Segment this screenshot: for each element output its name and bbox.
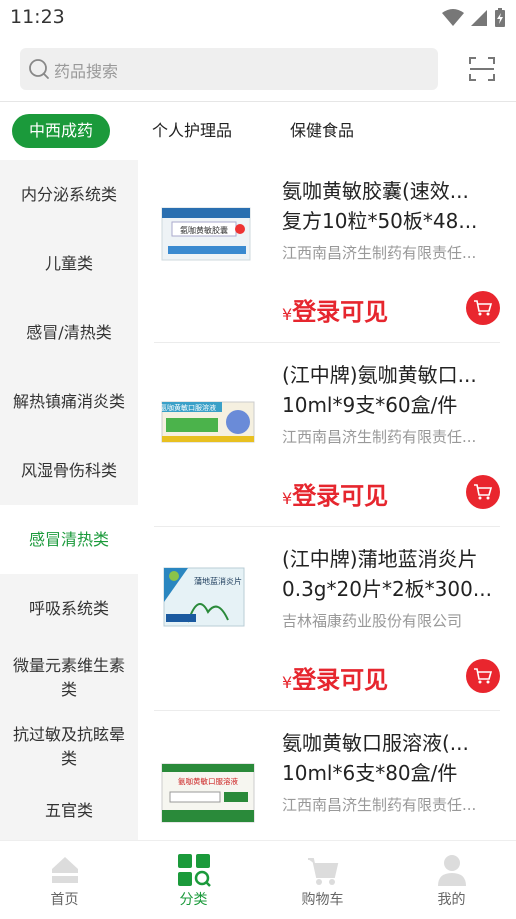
package-text: 蒲地蓝消炎片 <box>194 576 242 586</box>
tab-health-food[interactable]: 保健食品 <box>278 114 366 148</box>
home-icon <box>52 857 78 883</box>
user-icon <box>438 855 466 886</box>
product-spec: 复方10粒*50板*48... <box>282 209 478 233</box>
sidebar-item-active[interactable]: 感冒清热类 <box>0 505 138 574</box>
wifi-icon <box>442 9 464 26</box>
nav-cart[interactable]: 购物车 <box>258 841 387 919</box>
tab-personal-care[interactable]: 个人护理品 <box>140 114 244 148</box>
nav-category[interactable]: 分类 <box>129 841 258 919</box>
divider <box>154 342 500 343</box>
search-row: 药品搜索 <box>20 48 496 90</box>
product-title: (江中牌)氨咖黄敏口... <box>282 363 477 387</box>
scan-icon[interactable] <box>468 56 496 82</box>
nav-label: 购物车 <box>301 892 344 908</box>
product-card[interactable]: 氨咖黄敏口服溶液 (江中牌)氨咖黄敏口... 10ml*9支*60盒/件 江西南… <box>154 354 500 527</box>
sidebar-item[interactable]: 内分泌系统类 <box>0 160 138 229</box>
product-title: 氨咖黄敏胶囊(速效... <box>282 179 469 203</box>
price-text: 登录可见 <box>292 482 389 510</box>
price: ¥登录可见 <box>282 292 388 327</box>
product-spec: 0.3g*20片*2板*300... <box>282 577 492 601</box>
sidebar-item[interactable]: 呼吸系统类 <box>0 574 138 643</box>
sidebar-item[interactable]: 微量元素维生素类 <box>0 643 138 712</box>
nav-profile[interactable]: 我的 <box>387 841 516 919</box>
product-card[interactable]: 蒲地蓝消炎片 (江中牌)蒲地蓝消炎片 0.3g*20片*2板*300... 吉林… <box>154 538 500 711</box>
currency-symbol: ¥ <box>282 673 293 692</box>
category-icon <box>178 854 211 887</box>
category-sidebar: 内分泌系统类 儿童类 感冒/清热类 解热镇痛消炎类 风湿骨伤科类 感冒清热类 呼… <box>0 160 138 840</box>
sidebar-item[interactable]: 抗过敏及抗眩晕类 <box>0 712 138 781</box>
nav-label: 分类 <box>179 892 208 908</box>
product-title: (江中牌)蒲地蓝消炎片 <box>282 547 478 571</box>
product-image: 蒲地蓝消炎片 <box>158 562 258 634</box>
price-text: 登录可见 <box>292 666 389 694</box>
product-manufacturer: 江西南昌济生制药有限责任... <box>282 244 477 262</box>
sidebar-item[interactable]: 风湿骨伤科类 <box>0 436 138 505</box>
divider <box>0 101 516 102</box>
sidebar-item[interactable]: 五官类 <box>0 781 138 840</box>
nav-home[interactable]: 首页 <box>0 841 129 919</box>
search-icon <box>29 59 49 79</box>
nav-label: 首页 <box>50 892 79 908</box>
search-input[interactable]: 药品搜索 <box>20 48 438 90</box>
cart-icon <box>308 858 339 885</box>
search-placeholder: 药品搜索 <box>54 62 119 81</box>
status-time: 11:23 <box>10 6 65 28</box>
package-text: 氨咖黄敏口服溶液 <box>178 776 238 786</box>
cart-icon <box>474 484 493 500</box>
product-spec: 10ml*6支*80盒/件 <box>282 761 458 785</box>
package-text: 氨咖黄敏胶囊 <box>180 225 228 235</box>
product-image: 氨咖黄敏口服溶液 <box>158 388 258 456</box>
sidebar-item[interactable]: 解热镇痛消炎类 <box>0 367 138 436</box>
add-to-cart-button[interactable] <box>466 659 500 693</box>
currency-symbol: ¥ <box>282 305 293 324</box>
product-card[interactable]: 氨咖黄敏胶囊 氨咖黄敏胶囊(速效... 复方10粒*50板*48... 江西南昌… <box>154 170 500 343</box>
divider <box>154 710 500 711</box>
bottom-nav: 首页 分类 购物车 我的 <box>0 840 516 919</box>
product-card[interactable]: 氨咖黄敏口服溶液 氨咖黄敏口服溶液(... 10ml*6支*80盒/件 江西南昌… <box>154 722 500 840</box>
product-spec: 10ml*9支*60盒/件 <box>282 393 458 417</box>
sidebar-item[interactable]: 儿童类 <box>0 229 138 298</box>
product-manufacturer: 江西南昌济生制药有限责任... <box>282 428 477 446</box>
price: ¥登录可见 <box>282 660 388 695</box>
status-bar: 11:23 <box>0 0 516 36</box>
price: ¥登录可见 <box>282 476 388 511</box>
top-category-tabs: 中西成药 个人护理品 保健食品 <box>0 114 516 150</box>
product-manufacturer: 江西南昌济生制药有限责任... <box>282 796 477 814</box>
product-manufacturer: 吉林福康药业股份有限公司 <box>282 612 463 630</box>
signal-icon <box>471 10 487 26</box>
sidebar-item[interactable]: 感冒/清热类 <box>0 298 138 367</box>
add-to-cart-button[interactable] <box>466 475 500 509</box>
package-text: 氨咖黄敏口服溶液 <box>160 403 216 412</box>
status-icons <box>442 8 506 28</box>
price-text: 登录可见 <box>292 298 389 326</box>
cart-icon <box>474 668 493 684</box>
product-image: 氨咖黄敏口服溶液 <box>158 758 258 826</box>
tab-chinese-western-medicine[interactable]: 中西成药 <box>12 114 110 148</box>
product-title: 氨咖黄敏口服溶液(... <box>282 731 469 755</box>
battery-icon <box>495 8 505 27</box>
add-to-cart-button[interactable] <box>466 291 500 325</box>
nav-label: 我的 <box>437 892 466 908</box>
product-image: 氨咖黄敏胶囊 <box>158 198 258 266</box>
currency-symbol: ¥ <box>282 489 293 508</box>
divider <box>154 526 500 527</box>
cart-icon <box>474 300 493 316</box>
